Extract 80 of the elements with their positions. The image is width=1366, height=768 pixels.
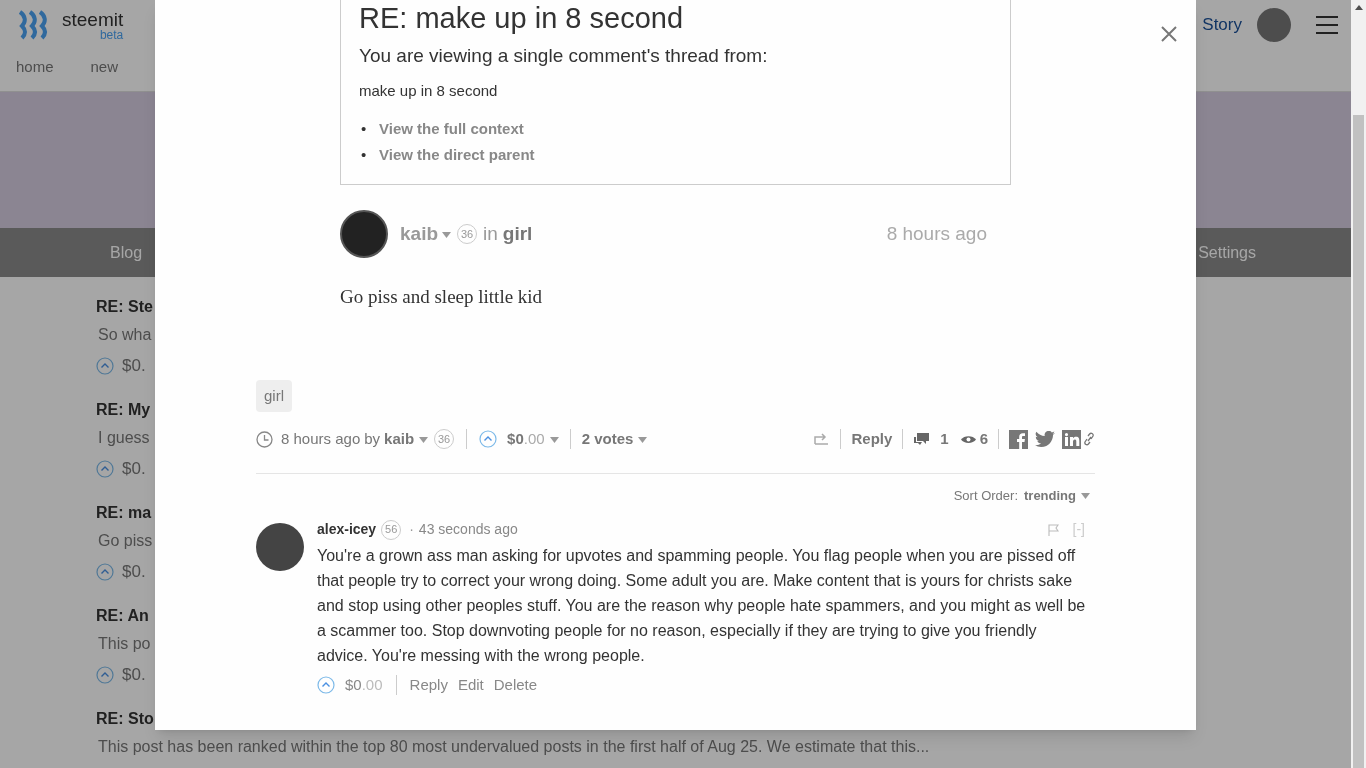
- upvote-icon[interactable]: [96, 356, 114, 375]
- post-title[interactable]: RE: ma: [96, 501, 152, 525]
- post-time: 8 hours ago: [886, 221, 987, 246]
- commenter-name[interactable]: alex-icey: [317, 519, 377, 540]
- caret-icon: [419, 437, 429, 444]
- nav-link[interactable]: home: [16, 56, 54, 79]
- linkedin-icon[interactable]: [1062, 429, 1081, 449]
- upvote-icon[interactable]: [317, 676, 335, 695]
- clock-icon: [256, 430, 273, 448]
- comment-time: 43 seconds ago: [418, 520, 518, 539]
- post-excerpt: I guess: [97, 428, 150, 448]
- post-title[interactable]: RE: My: [96, 398, 151, 422]
- sort-label: Sort Order:: [953, 486, 1018, 505]
- comment-body: You're a grown ass man asking for upvotes and spamming people. You flag people when you are pissed off that people try to correct your wrong doing. Some adult you are. Make content that is yours for christs sake and stop using other peoples stuff. You are the reason why people hate spammers, and you might as well be a scammer too. Stop downvoting people for no reason, especially if they are trying to give you friendly advice. You're messing with the wrong people.: [317, 546, 1087, 666]
- comment-count: 1: [940, 429, 949, 449]
- author-avatar: [340, 210, 388, 258]
- sort-dropdown[interactable]: trending: [1024, 485, 1076, 505]
- post-title[interactable]: RE: Ste: [96, 295, 153, 319]
- scrollbar[interactable]: [1351, 0, 1366, 768]
- tag-chip[interactable]: girl: [256, 379, 292, 412]
- author-name[interactable]: kaib: [400, 219, 439, 249]
- payout-amount: $0.: [122, 355, 146, 377]
- in-label: in: [483, 221, 498, 246]
- comment-action[interactable]: Edit: [457, 674, 484, 697]
- nav-link[interactable]: new: [90, 56, 119, 79]
- reply-link[interactable]: Reply: [851, 428, 893, 451]
- commenter-avatar: [256, 523, 304, 571]
- post-excerpt: So wha: [97, 325, 152, 345]
- post-title[interactable]: RE: An: [96, 604, 149, 628]
- beta-label: beta: [99, 28, 124, 41]
- caret-icon: [442, 231, 452, 238]
- link-icon[interactable]: [1083, 432, 1095, 447]
- comments-icon: [913, 431, 931, 447]
- payout-amount: $0.: [122, 664, 146, 686]
- post-excerpt: This po: [97, 634, 151, 654]
- payout-amount: $0.: [122, 458, 146, 480]
- flag-icon[interactable]: [1047, 523, 1059, 536]
- close-button[interactable]: [1160, 24, 1180, 44]
- payout-amount[interactable]: $0.00: [507, 428, 545, 451]
- by-label: by: [364, 429, 381, 449]
- payout-amount: $0.: [122, 561, 146, 583]
- logo-icon[interactable]: [16, 10, 50, 40]
- eye-icon: [959, 433, 977, 445]
- payout-amount[interactable]: $0.00: [345, 674, 383, 697]
- close-icon: [1160, 25, 1178, 43]
- footer-author[interactable]: kaib: [384, 428, 415, 451]
- post-body: Go piss and sleep little kid: [340, 285, 544, 309]
- context-link[interactable]: View the full context: [379, 116, 524, 142]
- caret-icon: [1081, 493, 1090, 500]
- menu-icon[interactable]: [1316, 16, 1338, 34]
- facebook-icon[interactable]: [1009, 429, 1028, 449]
- context-link[interactable]: View the direct parent: [379, 142, 535, 168]
- upvote-icon[interactable]: [96, 665, 114, 684]
- comment-action[interactable]: Reply: [409, 674, 448, 697]
- footer-time: 8 hours ago: [281, 429, 361, 449]
- comment-action[interactable]: Delete: [493, 674, 538, 697]
- votes-dropdown[interactable]: 2 votes: [581, 428, 634, 451]
- profile-tab[interactable]: Settings: [1198, 240, 1256, 265]
- bullet: •: [361, 119, 368, 139]
- separator-dot: ·: [409, 520, 414, 539]
- upvote-icon[interactable]: [479, 430, 498, 449]
- view-count: 6: [979, 429, 988, 449]
- upvote-icon[interactable]: [96, 459, 114, 478]
- header-link[interactable]: Story: [1202, 12, 1242, 38]
- bullet: •: [361, 145, 368, 165]
- parent-post-title: make up in 8 second: [359, 80, 499, 101]
- caret-icon: [549, 437, 559, 444]
- reblog-icon[interactable]: [814, 432, 831, 447]
- category-link[interactable]: girl: [502, 219, 533, 249]
- user-avatar[interactable]: [1257, 8, 1291, 42]
- thread-intro: You are viewing a single comment's thread from:: [359, 44, 769, 68]
- post-excerpt: This post has been ranked within the top 80 most undervalued posts in the first half of Aug 25. We estimate that this...: [97, 737, 930, 757]
- twitter-icon[interactable]: [1035, 430, 1055, 448]
- post-excerpt: Go piss: [97, 531, 153, 551]
- logo-text[interactable]: steemit: [62, 9, 124, 29]
- profile-tab[interactable]: Blog: [110, 240, 143, 265]
- upvote-icon[interactable]: [96, 562, 114, 581]
- thread-title: RE: make up in 8 second: [359, 1, 684, 33]
- post-title[interactable]: RE: Sto: [96, 707, 154, 731]
- caret-icon: [638, 437, 648, 444]
